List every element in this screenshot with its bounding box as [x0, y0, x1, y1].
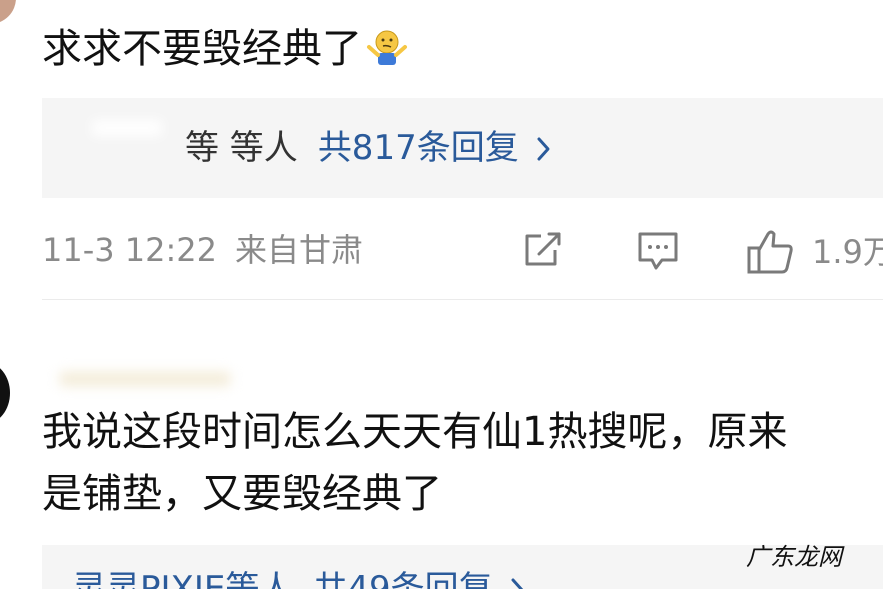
reply-user-names[interactable]: 灵灵PIXIE等人	[72, 569, 293, 589]
comment-text-line: 是铺垫，又要毁经典了	[42, 471, 442, 517]
chevron-right-icon	[535, 130, 553, 174]
reply-count-link[interactable]: 共49条回复	[313, 569, 492, 589]
thumbs-up-icon	[747, 230, 793, 274]
reply-preview[interactable]: 等 等人 共817条回复	[42, 98, 883, 198]
reply-count-link[interactable]: 共817条回复	[318, 128, 519, 168]
redacted-avatar-blur	[92, 120, 162, 136]
redacted-username-blur	[52, 340, 342, 370]
avatar[interactable]	[0, 362, 10, 424]
avatar[interactable]	[0, 0, 16, 24]
comment-body: 求求不要毁经典了	[42, 26, 362, 72]
comment-button[interactable]	[636, 228, 680, 274]
share-icon	[525, 232, 561, 266]
comment-timestamp: 11-3 12:22	[42, 231, 218, 269]
shrug-emoji-icon	[366, 26, 408, 68]
comment-location: 来自甘肃	[235, 231, 364, 269]
reply-user-names[interactable]: 等 等人	[185, 128, 298, 168]
comment-feed: 求求不要毁经典了 等 等人 共817条回复 11-3 12:22 来自甘肃 1.…	[0, 0, 883, 589]
watermark: 广东龙网	[746, 543, 842, 571]
reply-summary[interactable]: 灵灵PIXIE等人 共49条回复	[72, 567, 527, 589]
like-count: 1.9万	[812, 233, 883, 271]
chevron-right-icon	[509, 571, 527, 589]
divider	[42, 299, 883, 300]
comment-text-line: 我说这段时间怎么天天有仙1热搜呢，原来	[42, 409, 788, 455]
redacted-badge-blur	[60, 372, 230, 386]
comment-text: 求求不要毁经典了	[42, 22, 408, 76]
reply-summary[interactable]: 等 等人 共817条回复	[185, 126, 553, 174]
like-button[interactable]	[746, 228, 796, 276]
comment-meta: 11-3 12:22 来自甘肃	[42, 228, 363, 272]
share-button[interactable]	[521, 228, 565, 272]
comment-bubble-icon	[638, 232, 678, 270]
